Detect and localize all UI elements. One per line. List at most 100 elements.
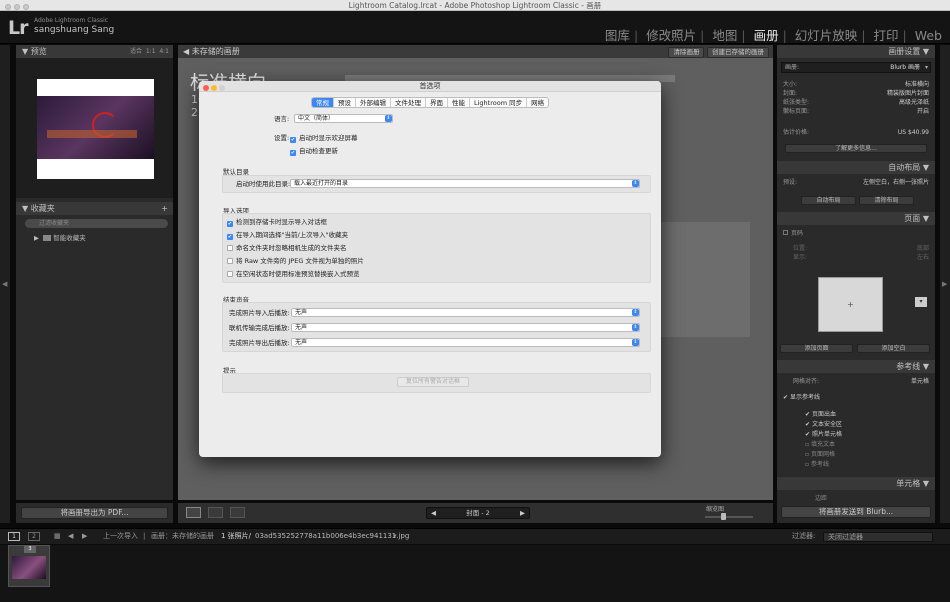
filmstrip-source[interactable]: 画册：未存储的画册 bbox=[151, 529, 214, 544]
show-splash-checkbox[interactable]: ✔ 启动时显示欢迎屏幕 bbox=[290, 134, 358, 143]
logo-page-row[interactable]: 徽标页面: 开启 bbox=[783, 107, 929, 116]
send-to-blurb-button[interactable]: 将画册发送到 Blurb... bbox=[781, 506, 931, 518]
next-page-icon[interactable]: ▶ bbox=[520, 508, 525, 518]
right-panel-toggle[interactable]: ▶ bbox=[940, 45, 950, 523]
guides-header[interactable]: 参考线 ▼ bbox=[777, 360, 935, 373]
folder-icon bbox=[43, 235, 52, 241]
tab-external-editing[interactable]: 外部编辑 bbox=[356, 98, 391, 107]
slider-thumb[interactable] bbox=[721, 513, 726, 520]
module-map[interactable]: 地图 bbox=[712, 28, 737, 43]
page-navigator: ◀ 封面 - 2 ▶ bbox=[426, 507, 530, 519]
cover-row[interactable]: 封面: 精装版图片封面 bbox=[783, 89, 929, 98]
import-option-1[interactable]: ✔ 检测到存储卡时显示导入对话框 bbox=[227, 218, 327, 227]
import-option-2[interactable]: ✔ 在导入期间选择"当前/上次导入"收藏夹 bbox=[227, 231, 348, 240]
filmstrip-thumbnail[interactable]: 3 bbox=[8, 545, 50, 587]
left-panel-toggle[interactable]: ◀ bbox=[0, 45, 10, 523]
book-page-cell[interactable] bbox=[655, 222, 750, 337]
preview-image bbox=[37, 96, 154, 159]
auto-layout-header[interactable]: 自动布局 ▼ bbox=[777, 161, 935, 174]
smart-collections-item[interactable]: ▶ 智能收藏夹 bbox=[34, 232, 86, 242]
import-sound-label: 完成照片导入后播放: bbox=[229, 309, 290, 317]
page-template-preview[interactable]: + bbox=[818, 277, 883, 332]
paper-type-row[interactable]: 纸张类型: 高级光泽纸 bbox=[783, 98, 929, 107]
module-book[interactable]: 画册 bbox=[754, 28, 779, 43]
guide-page-grid-checkbox[interactable]: ▫ 页面网格 bbox=[805, 450, 925, 459]
learn-more-button[interactable]: 了解更多信息... bbox=[785, 144, 927, 153]
preset-row[interactable]: 预设: 左侧空白，右侧一张照片 bbox=[783, 178, 929, 187]
second-window-icon[interactable]: 2 bbox=[28, 532, 40, 541]
auto-layout-button[interactable]: 自动布局 bbox=[801, 196, 856, 205]
guide-safe-text-checkbox[interactable]: ✔ 文本安全区 bbox=[805, 420, 925, 429]
add-collection-icon[interactable]: + bbox=[161, 202, 168, 215]
tab-file-handling[interactable]: 文件处理 bbox=[391, 98, 426, 107]
reset-warnings-button[interactable]: 复位所有警告对话框 bbox=[397, 377, 469, 387]
guide-photo-cells-checkbox[interactable]: ✔ 照片单元格 bbox=[805, 430, 925, 439]
settings-label: 设置: bbox=[274, 134, 290, 142]
tab-lightroom-sync[interactable]: Lightroom 同步 bbox=[470, 98, 528, 107]
tab-interface[interactable]: 界面 bbox=[426, 98, 448, 107]
page-numbers-checkbox[interactable]: 页码 bbox=[783, 229, 929, 238]
forward-icon[interactable]: ▶ bbox=[82, 529, 87, 544]
zoom-fit[interactable]: 适合 bbox=[130, 48, 142, 55]
filter-select[interactable]: 关闭过滤器 bbox=[823, 532, 933, 542]
module-web[interactable]: Web bbox=[915, 28, 942, 43]
guide-lines-checkbox[interactable]: ▫ 参考线 bbox=[805, 460, 925, 469]
grid-snap-row[interactable]: 网格对齐: 单元格 bbox=[793, 377, 929, 386]
thumbnail-size-slider[interactable] bbox=[705, 513, 753, 520]
add-blank-button[interactable]: 添加空白 bbox=[857, 344, 930, 353]
previous-import-link[interactable]: 上一次导入 bbox=[103, 529, 138, 544]
module-library[interactable]: 图库 bbox=[605, 28, 630, 43]
tab-network[interactable]: 网络 bbox=[527, 98, 548, 107]
os-titlebar: Lightroom Catalog.lrcat - Adobe Photosho… bbox=[0, 0, 950, 11]
guide-filler-text-checkbox[interactable]: ▫ 填充文本 bbox=[805, 440, 925, 449]
book-size-row[interactable]: 大小: 标准横向 bbox=[783, 80, 929, 89]
show-guides-checkbox[interactable]: ✔ 显示参考线 bbox=[783, 393, 929, 402]
dialog-window-controls[interactable] bbox=[203, 84, 227, 95]
template-dropdown-icon[interactable]: ▾ bbox=[915, 297, 927, 307]
collections-filter-input[interactable]: 过滤收藏夹 bbox=[25, 219, 168, 228]
tab-general[interactable]: 常规 bbox=[312, 98, 334, 107]
zoom-4-1[interactable]: 4:1 bbox=[159, 48, 169, 55]
page-header[interactable]: 页面 ▼ bbox=[777, 212, 935, 225]
minimize-icon bbox=[211, 85, 217, 91]
tether-sound-label: 联机传输完成后播放: bbox=[229, 324, 290, 332]
page-nav-icon[interactable]: ◀ bbox=[183, 47, 192, 56]
source-dropdown-icon[interactable]: ▾ bbox=[393, 529, 397, 544]
catalog-select[interactable]: 载入最近打开的目录 ⇕ bbox=[290, 179, 640, 188]
clear-book-button[interactable]: 清除画册 bbox=[668, 47, 705, 58]
create-saved-book-button[interactable]: 创建已存储的画册 bbox=[707, 47, 769, 58]
spread-view-icon[interactable] bbox=[208, 507, 223, 518]
back-icon[interactable]: ◀ bbox=[68, 529, 73, 544]
zoom-1-1[interactable]: 1:1 bbox=[146, 48, 156, 55]
preview-page bbox=[37, 79, 154, 179]
add-page-button[interactable]: 添加页面 bbox=[780, 344, 853, 353]
language-select[interactable]: 中文（简体） ⇕ bbox=[294, 114, 393, 123]
tether-sound-select[interactable]: 无声 ⇕ bbox=[291, 323, 640, 332]
module-develop[interactable]: 修改照片 bbox=[646, 28, 696, 43]
tab-presets[interactable]: 预设 bbox=[334, 98, 356, 107]
single-page-view-icon[interactable] bbox=[230, 507, 245, 518]
import-option-4[interactable]: 将 Raw 文件旁的 JPEG 文件视为单独的照片 bbox=[227, 257, 364, 265]
prev-page-icon[interactable]: ◀ bbox=[431, 508, 436, 518]
clear-layout-button[interactable]: 清除布局 bbox=[859, 196, 914, 205]
book-type-select[interactable]: 画册: Blurb 画册 ▾ bbox=[781, 62, 931, 73]
book-settings-header[interactable]: 画册设置 ▼ bbox=[777, 45, 935, 58]
collections-header[interactable]: ▼ 收藏夹 + bbox=[16, 202, 173, 215]
main-window-icon[interactable]: 1 bbox=[8, 532, 20, 541]
tab-performance[interactable]: 性能 bbox=[448, 98, 470, 107]
multi-page-view-icon[interactable] bbox=[186, 507, 201, 518]
cell-header[interactable]: 单元格 ▼ bbox=[777, 477, 935, 490]
export-sound-select[interactable]: 无声 ⇕ bbox=[291, 338, 640, 347]
import-option-3[interactable]: 命名文件夹时忽略相机生成的文件夹名 bbox=[227, 244, 347, 252]
import-sound-select[interactable]: 无声 ⇕ bbox=[291, 308, 640, 317]
right-panel: 画册设置 ▼ 画册: Blurb 画册 ▾ 大小: 标准横向 封面: 精装版图片封面 纸… bbox=[777, 45, 935, 523]
module-slideshow[interactable]: 幻灯片放映 bbox=[795, 28, 858, 43]
import-option-5[interactable]: 在空闲状态时使用标准预览替换嵌入式预览 bbox=[227, 270, 360, 278]
auto-update-checkbox[interactable]: ✔ 自动检查更新 bbox=[290, 147, 338, 156]
grid-view-icon[interactable]: ▦ bbox=[54, 529, 61, 544]
module-print[interactable]: 打印 bbox=[874, 28, 899, 43]
preview-header[interactable]: ▼ 预览 适合 1:1 4:1 bbox=[16, 45, 173, 58]
guide-bleed-checkbox[interactable]: ✔ 页面出血 bbox=[805, 410, 925, 419]
preferences-tabs: 常规 预设 外部编辑 文件处理 界面 性能 Lightroom 同步 网络 bbox=[311, 97, 550, 108]
export-pdf-button[interactable]: 将画册导出为 PDF... bbox=[21, 507, 168, 519]
